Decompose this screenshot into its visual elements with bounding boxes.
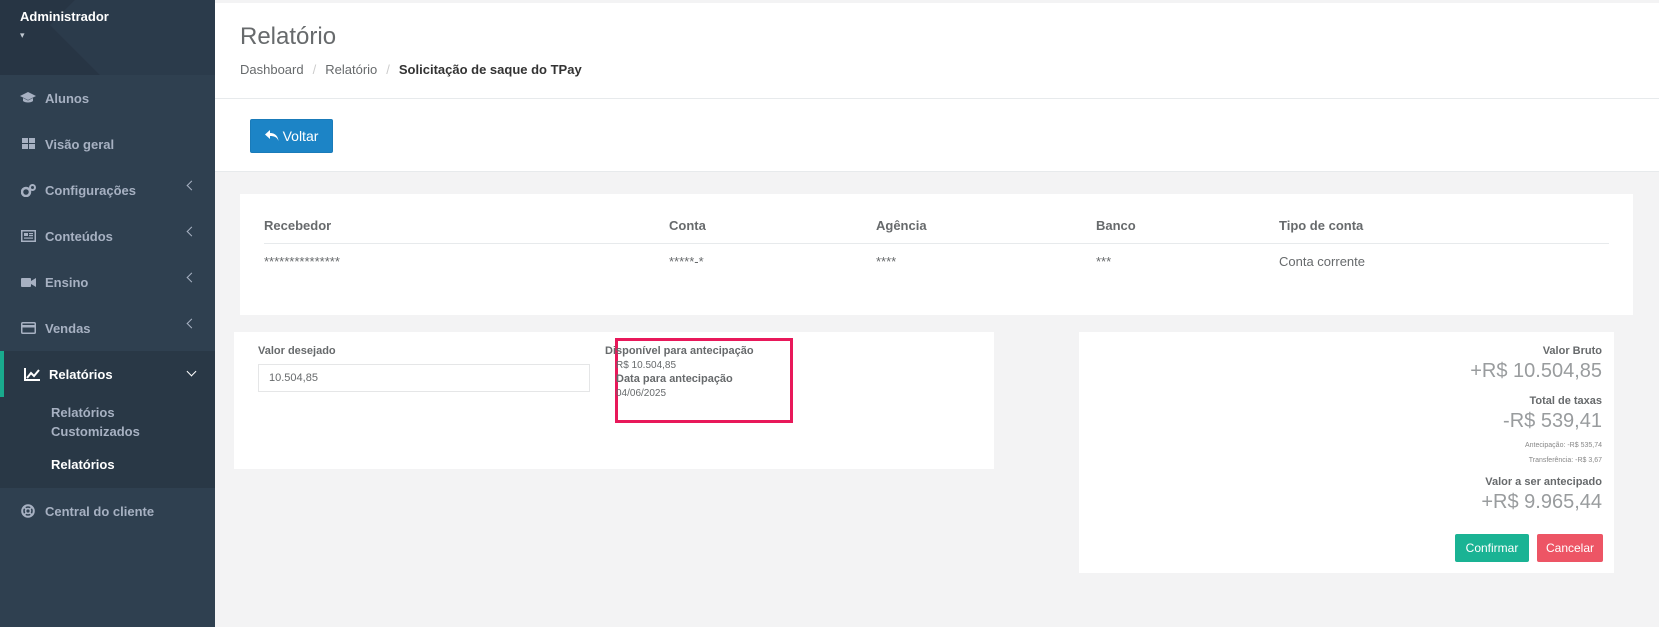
back-button-label: Voltar [282, 128, 319, 144]
sidebar-item-label: Ensino [45, 274, 89, 290]
breadcrumb-dashboard[interactable]: Dashboard [240, 62, 304, 77]
breadcrumb: Dashboard / Relatório / Solicitação de saque… [240, 62, 1634, 77]
table-row: *************** *****-* **** *** Conta c… [264, 243, 1609, 279]
user-dropdown-caret-icon[interactable]: ▾ [20, 30, 195, 41]
cell-conta: *****-* [669, 253, 704, 269]
fees-label: Total de taxas [1529, 395, 1602, 407]
available-value: R$ 10.504,85 [616, 360, 677, 371]
breadcrumb-current: Solicitação de saque do TPay [398, 62, 582, 77]
withdraw-form-panel: Valor desejado Disponível para antecipaç… [234, 332, 994, 469]
line-chart-icon [24, 367, 40, 381]
newspaper-icon [20, 229, 36, 243]
sidebar: Administrador ▾ Alunos Visão geral Confi… [0, 0, 215, 627]
cell-agencia: **** [876, 253, 897, 269]
gross-value: +R$ 10.504,85 [1470, 360, 1602, 382]
sidebar-item-conteudos[interactable]: Conteúdos [0, 213, 215, 259]
net-value-label: Valor a ser antecipado [1485, 476, 1602, 488]
summary-panel: Valor Bruto +R$ 10.504,85 Total de taxas… [1079, 332, 1614, 573]
sidebar-header: Administrador ▾ [0, 0, 215, 75]
fees-value: -R$ 539,41 [1503, 410, 1602, 432]
chevron-left-icon [186, 226, 197, 237]
sidebar-item-visao-geral[interactable]: Visão geral [0, 121, 215, 167]
desired-value-label: Valor desejado [258, 345, 336, 357]
desired-value-input[interactable] [258, 364, 590, 392]
sidebar-item-alunos[interactable]: Alunos [0, 75, 215, 121]
chevron-left-icon [186, 272, 197, 283]
sidebar-item-configuracoes[interactable]: Configurações [0, 167, 215, 213]
sidebar-submenu-relatorios: Relatórios Customizados Relatórios [0, 397, 215, 488]
chevron-left-icon [186, 180, 197, 191]
sidebar-item-label: Configurações [45, 182, 137, 198]
sidebar-item-label: Vendas [45, 320, 91, 336]
sidebar-subitem-relatorios[interactable]: Relatórios [51, 455, 215, 474]
reply-arrow-icon [264, 130, 279, 142]
sidebar-item-label: Relatórios [49, 366, 113, 382]
sidebar-item-label: Conteúdos [45, 228, 113, 244]
back-button[interactable]: Voltar [250, 119, 333, 153]
sidebar-item-ensino[interactable]: Ensino [0, 259, 215, 305]
breadcrumb-relatorio[interactable]: Relatório [325, 62, 377, 77]
column-header-recebedor: Recebedor [264, 208, 669, 244]
lifebuoy-icon [20, 504, 36, 518]
available-label: Disponível para antecipação [605, 345, 754, 357]
cell-banco: *** [1096, 253, 1112, 269]
video-camera-icon [20, 275, 36, 289]
sidebar-subitem-relatorios-customizados[interactable]: Relatórios Customizados [51, 403, 161, 441]
grid-icon [20, 137, 36, 151]
column-header-agencia: Agência [876, 208, 1096, 244]
date-value: 04/06/2025 [616, 388, 667, 399]
account-info-panel: Recebedor Conta Agência Banco Tipo de co… [240, 194, 1633, 315]
sidebar-item-label: Visão geral [45, 136, 115, 152]
action-bar: Voltar [215, 99, 1659, 172]
cell-recebedor: *************** [264, 253, 340, 269]
gears-icon [20, 183, 36, 197]
chevron-down-icon [186, 366, 197, 377]
date-label: Data para antecipação [616, 373, 733, 385]
sidebar-item-vendas[interactable]: Vendas [0, 305, 215, 351]
credit-card-icon [20, 321, 36, 335]
graduation-cap-icon [20, 91, 36, 105]
account-table: Recebedor Conta Agência Banco Tipo de co… [264, 208, 1609, 279]
table-header-row: Recebedor Conta Agência Banco Tipo de co… [264, 208, 1609, 244]
page-title: Relatório [240, 23, 337, 50]
page-header: Relatório Dashboard / Relatório / Solicitaçã… [215, 3, 1659, 99]
breadcrumb-separator: / [312, 62, 317, 77]
sidebar-item-central-do-cliente[interactable]: Central do cliente [0, 488, 215, 534]
column-header-tipo-de-conta: Tipo de conta [1279, 208, 1609, 244]
user-name[interactable]: Administrador [20, 9, 195, 24]
column-header-conta: Conta [669, 208, 876, 244]
breadcrumb-separator: / [386, 62, 390, 77]
gross-value-label: Valor Bruto [1542, 345, 1602, 357]
fee-advance: Antecipação: -R$ 535,74 [1524, 442, 1602, 449]
column-header-banco: Banco [1096, 208, 1279, 244]
cancel-button[interactable]: Cancelar [1537, 534, 1603, 562]
net-value: +R$ 9.965,44 [1481, 491, 1602, 513]
sidebar-item-label: Alunos [45, 90, 90, 106]
sidebar-item-relatorios[interactable]: Relatórios [0, 351, 215, 397]
sidebar-item-label: Central do cliente [45, 503, 155, 519]
cell-tipo-de-conta: Conta corrente [1279, 253, 1365, 269]
fee-transfer: Transferência: -R$ 3,67 [1528, 457, 1602, 464]
confirm-button[interactable]: Confirmar [1455, 534, 1529, 562]
chevron-left-icon [186, 318, 197, 329]
